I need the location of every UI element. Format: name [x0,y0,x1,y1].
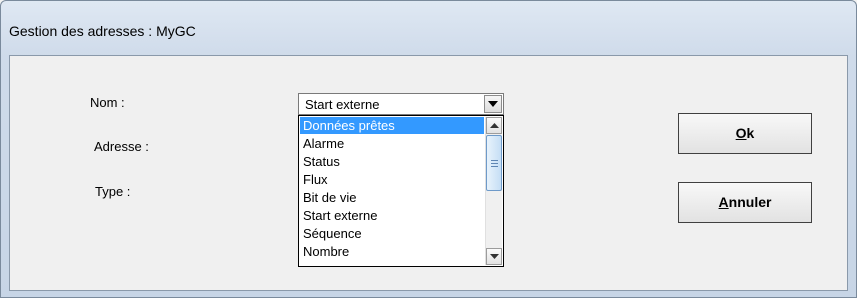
list-item[interactable]: Données prêtes [300,117,484,134]
ok-button[interactable]: Ok [678,113,812,154]
combobox-dropdown-button[interactable] [484,95,502,113]
list-item[interactable]: Flux [300,171,484,188]
dialog-body: Nom : Adresse : Type : Start externe Don… [9,55,848,291]
list-scrollbar[interactable] [485,117,502,265]
list-item[interactable]: Séquence [300,225,484,242]
type-label: Type : [95,184,131,199]
scroll-down-button[interactable] [486,248,502,265]
cancel-button-accelerator: A [718,194,729,210]
ok-button-accelerator: O [735,125,747,141]
ok-button-label: k [746,125,755,141]
dialog-window: Gestion des adresses : MyGC Nom : Adress… [0,0,857,298]
grip-line [491,166,498,167]
list-item[interactable]: Status [300,153,484,170]
cancel-button-label: nnuler [728,194,772,210]
list-item[interactable]: Start externe [300,207,484,224]
list-item[interactable]: Alarme [300,135,484,152]
grip-line [491,160,498,161]
grip-line [491,163,498,164]
scrollbar-thumb[interactable] [486,135,502,191]
window-title: Gestion des adresses : MyGC [9,23,196,39]
nom-label: Nom : [90,95,125,110]
list-item[interactable]: Bit de vie [300,189,484,206]
title-bar[interactable]: Gestion des adresses : MyGC [1,1,856,55]
cancel-button[interactable]: Annuler [678,182,812,223]
adresse-label: Adresse : [94,139,149,154]
nom-dropdown-list[interactable]: Données prêtes Alarme Status Flux Bit de… [298,115,504,267]
scroll-up-button[interactable] [486,117,502,134]
nom-combobox-value: Start externe [305,97,380,112]
nom-combobox[interactable]: Start externe [298,93,504,115]
list-item[interactable]: Nombre [300,243,484,260]
